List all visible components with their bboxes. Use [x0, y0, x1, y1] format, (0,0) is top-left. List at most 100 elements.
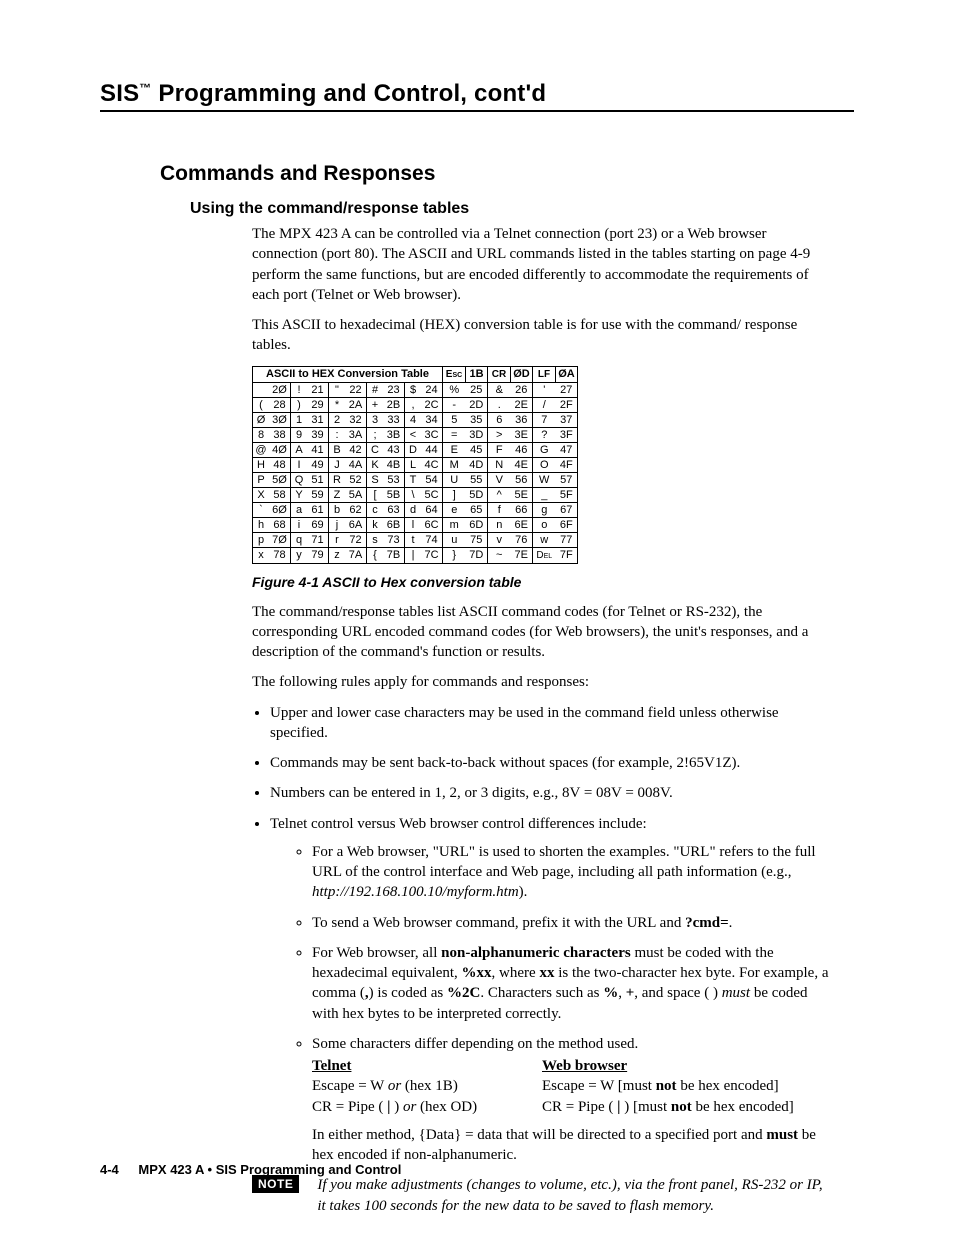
- subrule-tail: In either method, {Data} = data that wil…: [312, 1125, 834, 1166]
- hex-value: 79: [307, 547, 329, 563]
- hex-value: 34: [421, 412, 443, 427]
- ascii-char: #: [367, 382, 384, 397]
- hex-value: 46: [511, 442, 533, 457]
- ascii-char: S: [367, 472, 384, 487]
- ascii-hex-table-wrap: ASCII to HEX Conversion TableEsc1BCRØDLF…: [252, 366, 834, 564]
- header-prefix: SIS: [100, 80, 139, 107]
- hex-value: 49: [307, 457, 329, 472]
- ascii-char: ): [291, 397, 308, 412]
- hex-value: 59: [307, 487, 329, 502]
- hex-value: 4E: [511, 457, 533, 472]
- ascii-char: x: [253, 547, 270, 563]
- ascii-char: W: [533, 472, 556, 487]
- hex-value: 5A: [345, 487, 367, 502]
- hex-value: 32: [345, 412, 367, 427]
- ascii-char: q: [291, 532, 308, 547]
- hex-value: 4Ø: [269, 442, 291, 457]
- hex-value: 27: [556, 382, 578, 397]
- ascii-char: g: [533, 502, 556, 517]
- hex-value: 6C: [421, 517, 443, 532]
- hex-value: 71: [307, 532, 329, 547]
- ascii-char: r: [329, 532, 346, 547]
- ascii-char: v: [488, 532, 511, 547]
- ascii-char: i: [291, 517, 308, 532]
- subrule-item: For Web browser, all non-alphanumeric ch…: [312, 943, 834, 1024]
- ascii-char: w: [533, 532, 556, 547]
- ascii-char: y: [291, 547, 308, 563]
- hex-value: 6F: [556, 517, 578, 532]
- footer-text: MPX 423 A • SIS Programming and Control: [138, 1162, 401, 1177]
- header-suffix: Programming and Control, cont'd: [152, 80, 547, 107]
- ascii-char: %: [443, 382, 466, 397]
- hex-value: 78: [269, 547, 291, 563]
- paragraph-intro: The MPX 423 A can be controlled via a Te…: [252, 224, 834, 305]
- hex-value: 7C: [421, 547, 443, 563]
- ascii-char: J: [329, 457, 346, 472]
- hex-value: 2Ø: [269, 382, 291, 397]
- ascii-char: j: [329, 517, 346, 532]
- ascii-char: -: [443, 397, 466, 412]
- section-heading: Commands and Responses: [160, 162, 854, 186]
- hex-value: 45: [466, 442, 488, 457]
- hex-value: 5Ø: [269, 472, 291, 487]
- hex-value: 62: [345, 502, 367, 517]
- ascii-char: 1: [291, 412, 308, 427]
- hex-value: 56: [511, 472, 533, 487]
- rules-list: Upper and lower case characters may be u…: [252, 703, 834, 1166]
- ascii-char: }: [443, 547, 466, 563]
- hex-value: 64: [421, 502, 443, 517]
- hex-value: 7E: [511, 547, 533, 563]
- rule-item: Numbers can be entered in 1, 2, or 3 dig…: [270, 783, 834, 803]
- hex-value: 51: [307, 472, 329, 487]
- hex-value: 58: [269, 487, 291, 502]
- ascii-char: [: [367, 487, 384, 502]
- rule-item-text: Telnet control versus Web browser contro…: [270, 816, 647, 832]
- hex-value: 5D: [466, 487, 488, 502]
- hex-value: 26: [511, 382, 533, 397]
- hex-value: 47: [556, 442, 578, 457]
- ascii-char: @: [253, 442, 270, 457]
- subrule-item: For a Web browser, "URL" is used to shor…: [312, 842, 834, 903]
- running-header: SIS™ Programming and Control, cont'd: [100, 80, 854, 112]
- subrule-item: Some characters differ depending on the …: [312, 1034, 834, 1166]
- ascii-char: c: [367, 502, 384, 517]
- hex-value: 44: [421, 442, 443, 457]
- hex-value: 2B: [383, 397, 405, 412]
- hex-value: 54: [421, 472, 443, 487]
- rule-item: Telnet control versus Web browser contro…: [270, 814, 834, 1166]
- page-number: 4-4: [100, 1162, 119, 1177]
- ascii-char: o: [533, 517, 556, 532]
- ascii-char: :: [329, 427, 346, 442]
- hex-value: 36: [511, 412, 533, 427]
- rule-item: Upper and lower case characters may be u…: [270, 703, 834, 744]
- hex-value: 3Ø: [269, 412, 291, 427]
- hex-value: 33: [383, 412, 405, 427]
- rules-sublist: For a Web browser, "URL" is used to shor…: [294, 842, 834, 1166]
- ascii-char: n: [488, 517, 511, 532]
- ascii-char: |: [405, 547, 422, 563]
- subrule-item: To send a Web browser command, prefix it…: [312, 913, 834, 933]
- ascii-char: s: [367, 532, 384, 547]
- ascii-hex-table: ASCII to HEX Conversion TableEsc1BCRØDLF…: [252, 366, 578, 564]
- ascii-char: m: [443, 517, 466, 532]
- hex-value: 35: [466, 412, 488, 427]
- ascii-char: /: [533, 397, 556, 412]
- hex-value: 66: [511, 502, 533, 517]
- hex-value: 3F: [556, 427, 578, 442]
- paragraph-rules-intro: The following rules apply for commands a…: [252, 672, 834, 692]
- hex-value: 24: [421, 382, 443, 397]
- hex-value: 67: [556, 502, 578, 517]
- ascii-char: d: [405, 502, 422, 517]
- ascii-char: I: [291, 457, 308, 472]
- ascii-char: 9: [291, 427, 308, 442]
- ascii-char: X: [253, 487, 270, 502]
- ascii-char: h: [253, 517, 270, 532]
- hex-value: 63: [383, 502, 405, 517]
- hex-value: 39: [307, 427, 329, 442]
- hex-value: 3D: [466, 427, 488, 442]
- ascii-char: 2: [329, 412, 346, 427]
- ascii-char: (: [253, 397, 270, 412]
- ascii-char: ;: [367, 427, 384, 442]
- hex-value: 73: [383, 532, 405, 547]
- hex-value: 37: [556, 412, 578, 427]
